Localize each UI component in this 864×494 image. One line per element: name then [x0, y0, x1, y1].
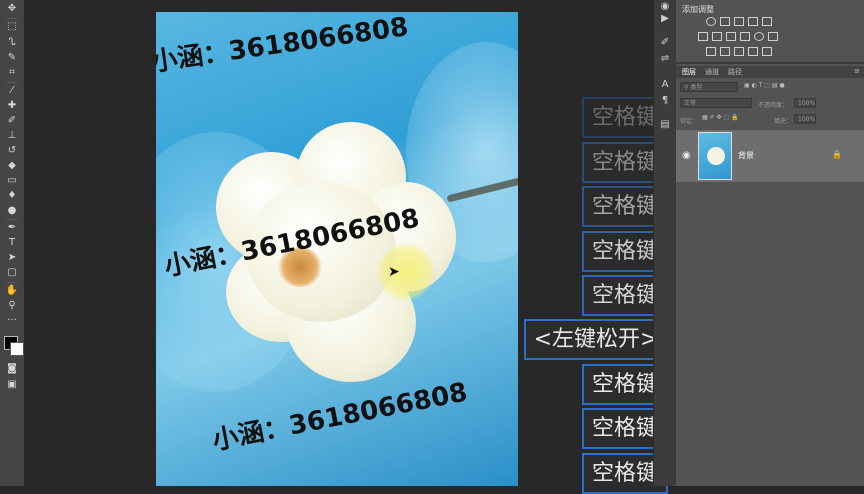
right-panels: 添加调整 图层 通道 路径 ≡ ⚲ 类型 ▣ ◐ T ⬚ ▤ ● 正常 不透明度…: [676, 0, 864, 486]
panel-dock-strip: ◉ ▶ ✐ ⇌ A ¶ ▤: [653, 0, 676, 486]
fill-input[interactable]: 100%: [794, 114, 816, 124]
move-icon[interactable]: ✥: [4, 2, 20, 16]
zoom-icon[interactable]: ⚲: [4, 299, 20, 313]
tool-divider: [6, 282, 18, 283]
eraser-icon[interactable]: ◆: [4, 159, 20, 173]
layer-name: 背景: [738, 151, 754, 160]
blur-icon[interactable]: ♦: [4, 189, 20, 203]
lock-icon: 🔒: [832, 150, 842, 159]
document-canvas[interactable]: 小涵：3618066808 小涵：3618066808 小涵：361806680…: [156, 12, 518, 486]
dodge-icon[interactable]: ●: [4, 204, 20, 218]
threshold-icon[interactable]: [734, 47, 744, 56]
rectangle-icon[interactable]: ▢: [4, 266, 20, 280]
character-icon[interactable]: A: [657, 78, 673, 92]
move-cursor-icon: ➤: [388, 264, 400, 280]
tool-divider: [6, 219, 18, 220]
black-white-icon[interactable]: [726, 32, 736, 41]
fill-label: 填充：: [774, 118, 793, 125]
lasso-icon[interactable]: ᔐ: [4, 36, 20, 50]
gradient-map-icon[interactable]: [762, 47, 772, 56]
crop-icon[interactable]: ⌗: [4, 66, 20, 80]
tab-layers[interactable]: 图层: [682, 67, 696, 77]
exposure-icon[interactable]: [748, 17, 758, 26]
tab-channels[interactable]: 通道: [705, 67, 719, 77]
visibility-eye-icon[interactable]: ◉: [682, 150, 691, 161]
invert-icon[interactable]: [706, 47, 716, 56]
path-select-icon[interactable]: ➤: [4, 251, 20, 265]
panel-divider: [676, 62, 864, 64]
lock-label: 锁定：: [680, 118, 699, 125]
brightness-icon[interactable]: [706, 17, 716, 26]
curves-icon[interactable]: [734, 17, 744, 26]
type-icon[interactable]: T: [4, 236, 20, 250]
background-color-swatch[interactable]: [10, 342, 24, 356]
color-lookup-icon[interactable]: [768, 32, 778, 41]
tab-paths[interactable]: 路径: [728, 67, 742, 77]
levels-icon[interactable]: [720, 17, 730, 26]
properties-icon[interactable]: ⇌: [657, 52, 673, 66]
opacity-label: 不透明度：: [758, 102, 789, 109]
layer-thumbnail: [698, 132, 732, 180]
filter-icons[interactable]: ▣ ◐ T ⬚ ▤ ●: [744, 82, 785, 89]
photo-filter-icon[interactable]: [740, 32, 750, 41]
history-brush-icon[interactable]: ↺: [4, 144, 20, 158]
panel-menu-icon[interactable]: ≡: [854, 67, 860, 75]
key-overlay-left-release: <左键松开>: [524, 319, 668, 360]
tool-divider: [6, 18, 18, 19]
stamp-icon[interactable]: ⊥: [4, 129, 20, 143]
cursor-highlight: [378, 244, 434, 300]
paragraph-icon[interactable]: ¶: [657, 94, 673, 108]
blend-row: 正常 不透明度： 100%: [680, 98, 860, 109]
lock-icons[interactable]: ▦ ✐ ✥ ⬚ 🔒: [702, 114, 739, 121]
vibrance-icon[interactable]: [762, 17, 772, 26]
brush-icon[interactable]: ✐: [4, 114, 20, 128]
pen-icon[interactable]: ✒: [4, 221, 20, 235]
selective-color-icon[interactable]: [748, 47, 758, 56]
gradient-icon[interactable]: ▭: [4, 174, 20, 188]
brush-settings-icon[interactable]: ✐: [657, 36, 673, 50]
hand-icon[interactable]: ✋: [4, 284, 20, 298]
adjustments-title: 添加调整: [682, 5, 714, 14]
opacity-input[interactable]: 100%: [794, 98, 816, 108]
layer-filter-row: ⚲ 类型 ▣ ◐ T ⬚ ▤ ●: [680, 82, 860, 93]
hue-saturation-icon[interactable]: [698, 32, 708, 41]
more-tools-icon[interactable]: ···: [4, 314, 20, 328]
layers-dock-icon[interactable]: ▤: [657, 118, 673, 132]
tools-panel: ✥ ⬚ ᔐ ✎ ⌗ ⁄ ✚ ✐ ⊥ ↺ ◆ ▭ ♦ ● ✒ T ➤ ▢ ✋ ⚲ …: [0, 0, 25, 486]
color-balance-icon[interactable]: [712, 32, 722, 41]
actions-icon[interactable]: ▶: [657, 12, 673, 26]
posterize-icon[interactable]: [720, 47, 730, 56]
tool-divider: [6, 82, 18, 83]
layer-filter-select[interactable]: ⚲ 类型: [680, 82, 738, 92]
quick-mask-icon[interactable]: ◙: [4, 362, 20, 376]
watermark-text: 小涵：3618066808: [156, 12, 411, 78]
marquee-icon[interactable]: ⬚: [4, 20, 20, 34]
layer-row[interactable]: ◉ 背景 🔒: [676, 130, 864, 182]
quick-select-icon[interactable]: ✎: [4, 51, 20, 65]
channel-mixer-icon[interactable]: [754, 32, 764, 41]
lock-row: 锁定： ▦ ✐ ✥ ⬚ 🔒 填充： 100%: [680, 114, 860, 125]
layer-filter-value: 类型: [690, 84, 703, 91]
blend-mode-select[interactable]: 正常: [680, 98, 752, 108]
layers-tabs: 图层 通道 路径 ≡: [676, 66, 864, 78]
thumbnail-flower: [707, 147, 725, 165]
screen-mode-icon[interactable]: ▣: [4, 378, 20, 392]
eyedropper-icon[interactable]: ⁄: [4, 84, 20, 98]
healing-icon[interactable]: ✚: [4, 99, 20, 113]
